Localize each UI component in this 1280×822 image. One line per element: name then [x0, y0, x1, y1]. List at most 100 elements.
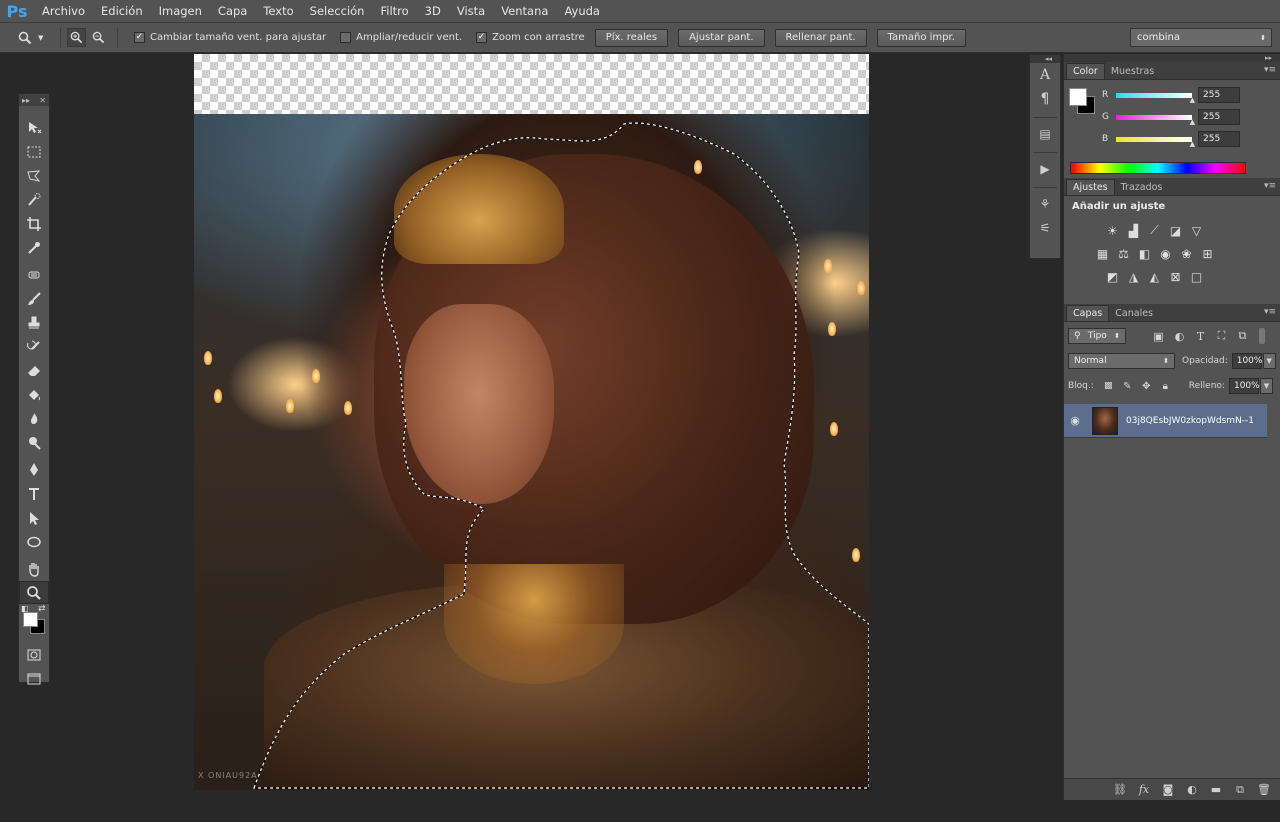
- tool-preset-picker[interactable]: ▼: [18, 31, 54, 45]
- foreground-color-swatch[interactable]: [23, 612, 38, 627]
- slider-thumb-icon[interactable]: ▲: [1190, 96, 1195, 104]
- menu-capa[interactable]: Capa: [210, 4, 255, 18]
- filter-toggle-switch[interactable]: [1259, 328, 1265, 344]
- paint-bucket-tool[interactable]: [19, 383, 49, 406]
- hue-saturation-icon[interactable]: ▦: [1092, 243, 1113, 264]
- lasso-tool[interactable]: [19, 164, 49, 187]
- collapse-icon[interactable]: ◂◂: [1045, 55, 1052, 63]
- tab-paths[interactable]: Trazados: [1115, 179, 1169, 195]
- brush-presets-button[interactable]: ⚟: [1030, 216, 1060, 240]
- red-slider[interactable]: ▲: [1116, 92, 1195, 104]
- menu-seleccion[interactable]: Selección: [302, 4, 373, 18]
- dodge-tool[interactable]: [19, 431, 49, 454]
- blue-value-field[interactable]: 255: [1198, 131, 1240, 147]
- pen-tool[interactable]: [19, 458, 49, 481]
- menu-imagen[interactable]: Imagen: [151, 4, 210, 18]
- fill-screen-button[interactable]: Rellenar pant.: [774, 28, 867, 47]
- selective-color-icon[interactable]: □: [1186, 266, 1207, 287]
- menu-3d[interactable]: 3D: [417, 4, 449, 18]
- layer-style-icon[interactable]: fx: [1135, 783, 1153, 796]
- eyedropper-tool[interactable]: [19, 236, 49, 259]
- lock-position-icon[interactable]: ✥: [1137, 381, 1156, 392]
- path-selection-tool[interactable]: [19, 506, 49, 529]
- black-white-icon[interactable]: ◧: [1134, 243, 1155, 264]
- panel-menu-icon[interactable]: ▾≡: [1264, 307, 1276, 317]
- fit-screen-button[interactable]: Ajustar pant.: [678, 28, 765, 47]
- levels-icon[interactable]: ▟: [1123, 220, 1144, 241]
- hand-tool[interactable]: [19, 557, 49, 580]
- menu-filtro[interactable]: Filtro: [372, 4, 416, 18]
- properties-panel-button[interactable]: ▤: [1030, 122, 1060, 146]
- opacity-field[interactable]: 100%: [1231, 353, 1262, 369]
- menu-archivo[interactable]: Archivo: [34, 4, 93, 18]
- tool-presets-button[interactable]: ⚘: [1030, 192, 1060, 216]
- eraser-tool[interactable]: [19, 359, 49, 382]
- lock-all-icon[interactable]: 🔒︎: [1156, 381, 1175, 392]
- lock-transparent-icon[interactable]: ▩: [1099, 381, 1118, 391]
- lock-pixels-icon[interactable]: ✎: [1118, 381, 1137, 392]
- zoom-all-windows-checkbox[interactable]: Ampliar/reducir vent.: [340, 32, 462, 43]
- clone-stamp-tool[interactable]: [19, 311, 49, 334]
- layer-filter-select[interactable]: ⚲ Tipo ⬍: [1068, 328, 1126, 344]
- panel-menu-icon[interactable]: ▾≡: [1264, 65, 1276, 75]
- chevron-down-icon[interactable]: ▼: [1262, 353, 1276, 369]
- curves-icon[interactable]: ⟋: [1144, 220, 1165, 241]
- brightness-icon[interactable]: ☀: [1102, 220, 1123, 241]
- zoom-out-button[interactable]: [89, 28, 108, 47]
- document-canvas[interactable]: X ONIAU92A: [194, 54, 869, 790]
- new-adjustment-layer-icon[interactable]: ◐: [1183, 783, 1201, 796]
- layer-row[interactable]: ◉ 03j8QEsbJW0zkopWdsmN--1...: [1064, 404, 1267, 438]
- screen-mode-button[interactable]: [19, 667, 49, 690]
- filter-smart-object-icon[interactable]: ⧉: [1232, 329, 1253, 343]
- color-balance-icon[interactable]: ⚖: [1113, 243, 1134, 264]
- exposure-icon[interactable]: ◪: [1165, 220, 1186, 241]
- resize-windows-checkbox[interactable]: ✓ Cambiar tamaño vent. para ajustar: [134, 32, 326, 43]
- close-icon[interactable]: ✕: [39, 96, 46, 105]
- filter-type-icon[interactable]: T: [1190, 330, 1211, 343]
- type-tool[interactable]: [19, 482, 49, 505]
- print-size-button[interactable]: Tamaño impr.: [876, 28, 966, 47]
- channel-mixer-icon[interactable]: ❀: [1176, 243, 1197, 264]
- filter-shape-icon[interactable]: ⛶: [1211, 329, 1232, 343]
- slider-thumb-icon[interactable]: ▲: [1190, 140, 1195, 148]
- brush-tool[interactable]: [19, 287, 49, 310]
- crop-tool[interactable]: [19, 212, 49, 235]
- spot-healing-tool[interactable]: [19, 263, 49, 286]
- blend-mode-select[interactable]: Normal ⬍: [1068, 353, 1175, 369]
- dock-collapse-bar[interactable]: ◂◂: [1030, 55, 1060, 63]
- zoom-in-button[interactable]: [67, 28, 86, 47]
- blur-tool[interactable]: [19, 407, 49, 430]
- chevron-down-icon[interactable]: ▼: [1259, 378, 1273, 394]
- posterize-icon[interactable]: ◮: [1123, 266, 1144, 287]
- color-spectrum-ramp[interactable]: [1070, 162, 1246, 174]
- quick-mask-button[interactable]: [19, 643, 49, 666]
- tab-channels[interactable]: Canales: [1109, 305, 1159, 321]
- menu-ayuda[interactable]: Ayuda: [556, 4, 608, 18]
- foreground-color-swatch[interactable]: [1069, 88, 1087, 106]
- tools-panel-header[interactable]: ▸▸ ✕: [19, 94, 49, 106]
- photo-filter-icon[interactable]: ◉: [1155, 243, 1176, 264]
- add-mask-icon[interactable]: ◙: [1159, 783, 1177, 796]
- link-layers-icon[interactable]: ⛓: [1111, 783, 1129, 796]
- color-lookup-icon[interactable]: ⊞: [1197, 243, 1218, 264]
- blue-slider[interactable]: ▲: [1116, 136, 1195, 148]
- quick-selection-tool[interactable]: [19, 188, 49, 211]
- tab-adjustments[interactable]: Ajustes: [1066, 179, 1115, 195]
- rectangular-marquee-tool[interactable]: [19, 140, 49, 163]
- tab-swatches[interactable]: Muestras: [1105, 63, 1160, 79]
- new-layer-icon[interactable]: ⧉: [1231, 783, 1249, 797]
- paragraph-panel-button[interactable]: ¶: [1030, 87, 1060, 111]
- collapse-icon[interactable]: ▸▸: [22, 96, 30, 105]
- move-tool[interactable]: [19, 116, 49, 139]
- history-brush-tool[interactable]: [19, 335, 49, 358]
- panel-menu-icon[interactable]: ▾≡: [1264, 181, 1276, 191]
- menu-edicion[interactable]: Edición: [93, 4, 151, 18]
- menu-ventana[interactable]: Ventana: [493, 4, 556, 18]
- fill-field[interactable]: 100%: [1228, 378, 1260, 394]
- layer-name[interactable]: 03j8QEsbJW0zkopWdsmN--1...: [1126, 416, 1254, 426]
- scrubby-zoom-checkbox[interactable]: ✓ Zoom con arrastre: [476, 32, 585, 43]
- swap-colors-icon[interactable]: ⇄: [38, 604, 46, 614]
- tab-color[interactable]: Color: [1066, 63, 1105, 79]
- gradient-map-icon[interactable]: ⊠: [1165, 266, 1186, 287]
- actions-panel-button[interactable]: ▶: [1030, 157, 1060, 181]
